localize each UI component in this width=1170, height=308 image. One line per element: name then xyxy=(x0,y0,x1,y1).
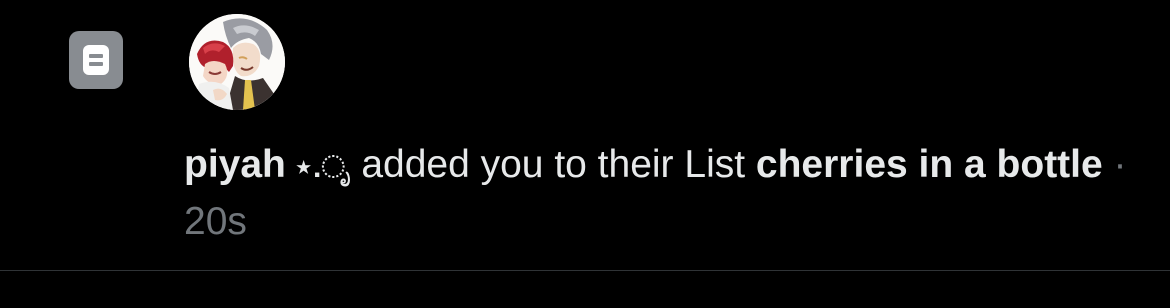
divider xyxy=(0,270,1170,271)
user-name-emoji: ⋆.ೃ xyxy=(285,151,351,184)
notification-item[interactable]: piyah ⋆.ೃ added you to their List cherri… xyxy=(0,0,1170,270)
list-name-link[interactable]: cherries in a bottle xyxy=(756,143,1103,186)
user-avatar[interactable] xyxy=(189,14,285,110)
action-text: added you to their List xyxy=(350,143,756,186)
list-glyph-icon xyxy=(83,45,109,75)
timestamp-separator: · xyxy=(1102,143,1127,186)
user-name-link[interactable]: piyah ⋆.ೃ xyxy=(184,143,350,186)
notification-message: piyah ⋆.ೃ added you to their List cherri… xyxy=(184,138,1144,249)
list-icon xyxy=(69,31,123,89)
timestamp: 20s xyxy=(184,200,247,243)
